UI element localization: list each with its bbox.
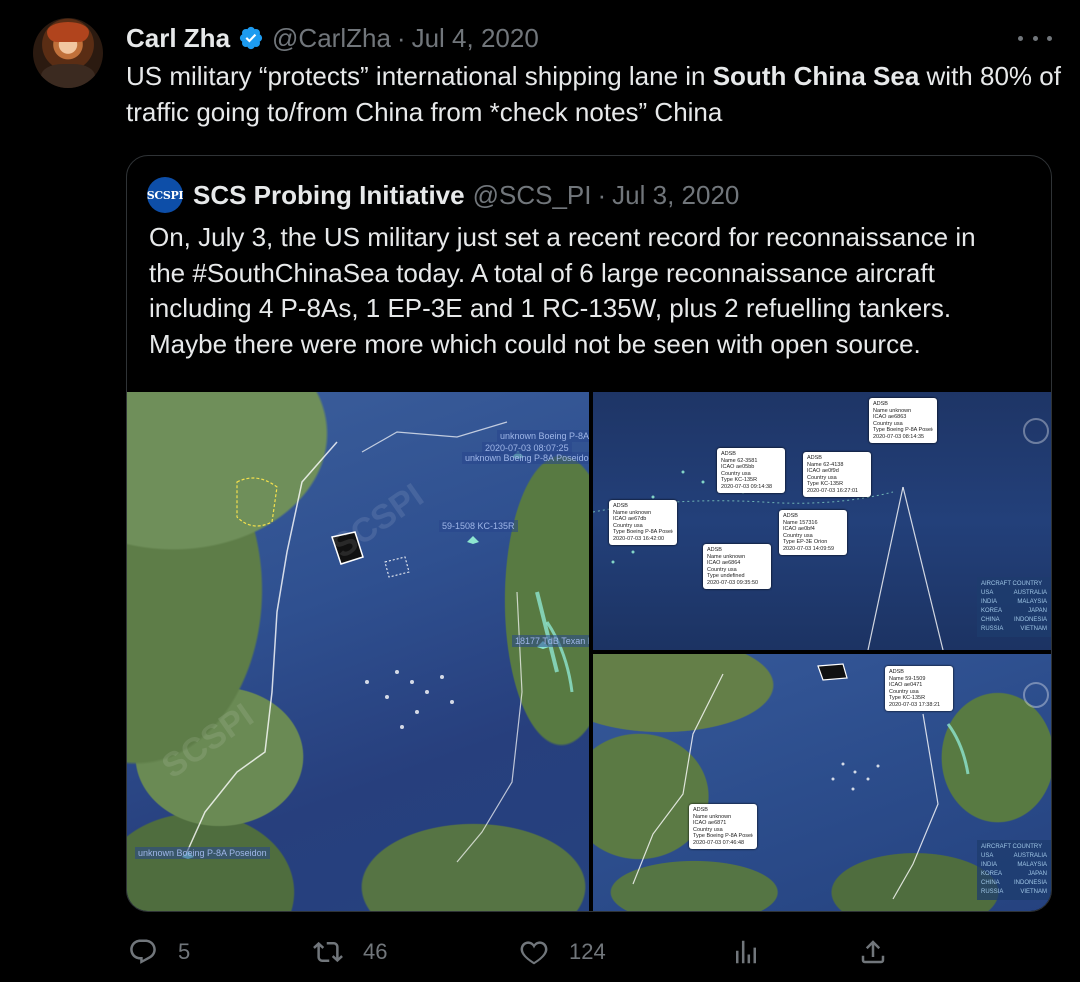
- map-main-overlay: [182, 421, 574, 863]
- share-button[interactable]: [858, 932, 908, 972]
- legend-item: USA: [981, 590, 994, 596]
- quote-header: SCSPI SCS Probing Initiative @SCS_PI · J…: [147, 177, 740, 213]
- legend-item: CHINA: [981, 617, 1000, 623]
- legend-item: MALAYSIA: [1017, 599, 1047, 605]
- legend-item: USA: [981, 853, 994, 859]
- quote-text-line: including 4 P-8As, 1 EP-3E and 1 RC-135W…: [149, 293, 952, 323]
- quote-separator: ·: [597, 179, 607, 210]
- popup-line: 2020-07-03 09:14:38: [721, 483, 773, 490]
- views-icon: [736, 940, 756, 964]
- tweet-text-bold: South China Sea: [712, 61, 920, 91]
- legend-item: INDONESIA: [1013, 880, 1047, 886]
- popup-line: 2020-07-03 08:14:35: [873, 433, 925, 440]
- header-separator: ·: [396, 22, 406, 53]
- map-label: 59-1508 KC-135R: [439, 520, 518, 532]
- media-grid[interactable]: SCSPI SCSPI unknown Boeing P-8A Poseidon…: [127, 392, 1051, 911]
- legend-item: AUSTRALIA: [1013, 853, 1047, 859]
- quote-text-line: On, July 3, the US military just set a r…: [149, 222, 976, 252]
- legend-title: AIRCRAFT COUNTRY: [981, 844, 1043, 850]
- tweet-header: Carl Zha @CarlZha · Jul 4, 2020: [126, 20, 539, 56]
- popup-line: Type Boeing P-8A Poseidon: [873, 427, 933, 433]
- quote-date: Jul 3, 2020: [612, 179, 740, 210]
- quote-text-line: Maybe there were more which could not be…: [149, 328, 921, 359]
- like-icon: [520, 941, 548, 965]
- legend-item: MALAYSIA: [1017, 862, 1047, 868]
- popup-line: Type Boeing P-8A Poseidon: [693, 833, 753, 839]
- legend-item: KOREA: [981, 608, 1003, 614]
- aircraft-popup[interactable]: ADSB Name unknown ICAO ae6863 Country us…: [869, 398, 937, 443]
- legend-item: KOREA: [981, 871, 1003, 877]
- aircraft-popup[interactable]: ADSB Name 62-3581 ICAO ae05bb Country us…: [717, 448, 785, 493]
- legend-title: AIRCRAFT COUNTRY: [981, 581, 1043, 587]
- tweet-date[interactable]: Jul 4, 2020: [412, 23, 539, 54]
- legend-item: AUSTRALIA: [1013, 590, 1047, 596]
- legend-item: VIETNAM: [1020, 889, 1047, 895]
- map-image-bottom-right[interactable]: ADSB Name 59-1509 ICAO ae0471 Country us…: [593, 654, 1051, 911]
- retweet-icon: [313, 941, 343, 963]
- legend-item: JAPAN: [1028, 871, 1047, 877]
- legend-item: VIETNAM: [1020, 626, 1047, 632]
- retweet-button[interactable]: 46: [313, 932, 387, 972]
- map-label: unknown Boeing P-8A Poseidon: [497, 430, 589, 442]
- quote-author-handle: @SCS_PI: [472, 179, 592, 210]
- retweet-count: 46: [363, 939, 388, 964]
- aircraft-popup[interactable]: ADSB Name unknown ICAO ae6864 Country us…: [703, 544, 771, 589]
- popup-line: 2020-07-03 16:42:00: [613, 535, 665, 542]
- popup-line: 2020-07-03 16:27:01: [807, 487, 859, 494]
- share-icon: [861, 940, 885, 964]
- author-handle[interactable]: @CarlZha: [272, 23, 391, 54]
- popup-line: 2020-07-03 09:35:50: [707, 579, 759, 586]
- map-image-top-right[interactable]: ADSB Name unknown ICAO ae6863 Country us…: [593, 392, 1051, 650]
- reply-count: 5: [178, 939, 191, 964]
- popup-line: Type Boeing P-8A Poseidon: [613, 529, 673, 535]
- map-label: unknown Boeing P-8A Poseidon: [135, 847, 270, 859]
- aircraft-popup[interactable]: ADSB Name unknown ICAO ae6871 Country us…: [689, 804, 757, 849]
- quoted-tweet[interactable]: SCSPI SCS Probing Initiative @SCS_PI · J…: [126, 155, 1052, 912]
- compass-icon[interactable]: [1023, 682, 1049, 708]
- quote-text-line: the #SouthChinaSea today. A total of 6 l…: [149, 257, 935, 288]
- quote-avatar: SCSPI: [147, 177, 184, 213]
- legend-item: CHINA: [981, 880, 1000, 886]
- avatar-hat: [47, 22, 89, 42]
- compass-icon[interactable]: [1023, 418, 1049, 444]
- more-icon[interactable]: [1018, 26, 1052, 50]
- author-avatar[interactable]: [33, 18, 103, 88]
- legend-item: INDIA: [981, 862, 998, 868]
- aircraft-popup[interactable]: ADSB Name 62-4138 ICAO ae0f9d Country us…: [803, 452, 871, 497]
- legend-item: RUSSIA: [981, 626, 1004, 632]
- action-bar: 5 46 124: [126, 932, 891, 972]
- verified-badge-icon: [238, 25, 264, 51]
- map-legend: AIRCRAFT COUNTRY USA AUSTRALIA INDIA MALAY…: [977, 840, 1051, 900]
- map-label: unknown Boeing P-8A Poseidon: [462, 452, 589, 464]
- aircraft-popup[interactable]: ADSB Name 157316 ICAO ae0bf4 Country usa…: [779, 510, 847, 555]
- reply-button[interactable]: 5: [128, 932, 190, 972]
- aircraft-popup[interactable]: ADSB Name unknown ICAO ae67db Country us…: [609, 500, 677, 545]
- map-label: 18177 TdB Texan II: [512, 635, 589, 647]
- legend-item: RUSSIA: [981, 889, 1004, 895]
- map-image-main[interactable]: SCSPI SCSPI unknown Boeing P-8A Poseidon…: [127, 392, 589, 911]
- popup-line: 2020-07-03 14:09:59: [783, 545, 835, 552]
- legend-item: INDONESIA: [1013, 617, 1047, 623]
- like-count: 124: [569, 939, 606, 964]
- views-button[interactable]: [731, 932, 781, 972]
- legend-item: INDIA: [981, 599, 998, 605]
- like-button[interactable]: 124: [519, 932, 606, 972]
- legend-item: JAPAN: [1028, 608, 1047, 614]
- tweet-text-part1: US military “protects” international shi…: [126, 61, 713, 91]
- quote-text: On, July 3, the US military just set a r…: [149, 220, 1039, 362]
- popup-line: 2020-07-03 07:46:48: [693, 839, 745, 846]
- aircraft-popup[interactable]: ADSB Name 59-1509 ICAO ae0471 Country us…: [885, 666, 953, 711]
- map-legend: AIRCRAFT COUNTRY USA AUSTRALIA INDIA MALAY…: [977, 577, 1051, 637]
- quote-author-name: SCS Probing Initiative: [193, 179, 465, 210]
- author-name[interactable]: Carl Zha: [126, 23, 230, 54]
- reply-icon: [130, 939, 156, 964]
- avatar-body: [41, 64, 95, 88]
- popup-line: 2020-07-03 17:38:21: [889, 701, 941, 708]
- tweet-text: US military “protects” international shi…: [126, 58, 1061, 130]
